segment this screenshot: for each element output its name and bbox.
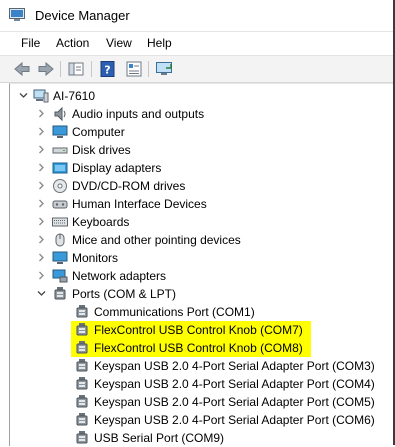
toolbar-separator (60, 61, 61, 77)
title-bar: Device Manager (0, 0, 395, 32)
toolbar-separator (91, 61, 92, 77)
tree-category[interactable]: Audio inputs and outputs (10, 105, 394, 123)
tree-device-node[interactable]: Communications Port (COM1) (10, 303, 394, 321)
expand-chevron-icon[interactable] (37, 181, 46, 190)
toolbar-separator (148, 61, 149, 77)
monitor-icon (52, 251, 68, 264)
category-label: Display adapters (72, 161, 162, 175)
expand-chevron-icon[interactable] (37, 235, 46, 244)
menu-bar: File Action View Help (0, 32, 395, 54)
port-icon (76, 377, 88, 390)
tree-category[interactable]: Keyboards (10, 213, 394, 231)
device-label: Keyspan USB 2.0 4-Port Serial Adapter Po… (94, 395, 375, 409)
expand-chevron-icon[interactable] (37, 145, 46, 154)
port-icon (76, 341, 88, 354)
toolbar: ? (0, 55, 395, 83)
tree-category[interactable]: Display adapters (10, 159, 394, 177)
tree-device-node[interactable]: USB Serial Port (COM9) (10, 429, 394, 447)
port-icon (76, 431, 88, 444)
tree-device-node[interactable]: FlexControl USB Control Knob (COM8) (10, 339, 394, 357)
mouse-icon (55, 233, 65, 247)
category-label: Disk drives (72, 143, 131, 157)
dvd-drive-icon (53, 179, 67, 193)
port-icon (76, 359, 88, 372)
port-icon (76, 323, 88, 336)
category-label: Keyboards (72, 215, 130, 229)
expand-chevron-icon[interactable] (37, 163, 46, 172)
tree-device-node[interactable]: Keyspan USB 2.0 4-Port Serial Adapter Po… (10, 357, 394, 375)
display-adapter-icon (52, 162, 68, 174)
tree-category[interactable]: Ports (COM & LPT) (10, 285, 394, 303)
root-computer-icon (33, 89, 49, 103)
port-icon (76, 395, 88, 408)
expand-chevron-icon[interactable] (37, 271, 46, 280)
category-label: Ports (COM & LPT) (72, 287, 177, 301)
device-manager-icon (9, 8, 25, 21)
tree-device-node[interactable]: FlexControl USB Control Knob (COM7) (10, 321, 394, 339)
tree-device-node[interactable]: Keyspan USB 2.0 4-Port Serial Adapter Po… (10, 393, 394, 411)
expand-chevron-icon[interactable] (37, 127, 46, 136)
tree-category[interactable]: Monitors (10, 249, 394, 267)
category-label: Mice and other pointing devices (72, 233, 241, 247)
back-arrow-icon[interactable] (13, 60, 31, 78)
tree-category[interactable]: Human Interface Devices (10, 195, 394, 213)
port-icon (76, 305, 88, 318)
disk-drive-icon (52, 147, 68, 154)
category-label: Human Interface Devices (72, 197, 207, 211)
expand-chevron-icon[interactable] (37, 217, 46, 226)
device-label: Keyspan USB 2.0 4-Port Serial Adapter Po… (94, 359, 375, 373)
forward-arrow-icon[interactable] (37, 60, 55, 78)
category-label: DVD/CD-ROM drives (72, 179, 186, 193)
root-label: AI-7610 (53, 89, 96, 103)
device-label: Communications Port (COM1) (94, 305, 255, 319)
tree-category[interactable]: Disk drives (10, 141, 394, 159)
device-tree: AI-7610 Audio inputs and outputs Computer D… (9, 83, 394, 446)
category-label: Network adapters (72, 269, 167, 283)
computer-icon (52, 125, 68, 138)
menu-help[interactable]: Help (147, 36, 172, 50)
help-icon[interactable]: ? (99, 60, 117, 78)
tree-root-node[interactable]: AI-7610 (10, 87, 394, 105)
menu-view[interactable]: View (106, 36, 132, 50)
tree-device-node[interactable]: Keyspan USB 2.0 4-Port Serial Adapter Po… (10, 375, 394, 393)
tree-category[interactable]: DVD/CD-ROM drives (10, 177, 394, 195)
device-label: FlexControl USB Control Knob (COM8) (94, 341, 303, 355)
window-title: Device Manager (35, 8, 130, 23)
tree-category[interactable]: Mice and other pointing devices (10, 231, 394, 249)
menu-action[interactable]: Action (56, 36, 89, 50)
tree-category[interactable]: Computer (10, 123, 394, 141)
collapse-chevron-icon[interactable] (37, 289, 46, 298)
category-label: Monitors (72, 251, 119, 265)
device-label: USB Serial Port (COM9) (94, 431, 225, 445)
device-label: FlexControl USB Control Knob (COM7) (94, 323, 303, 337)
keyboard-icon (52, 217, 68, 227)
menu-file[interactable]: File (21, 36, 40, 50)
expand-chevron-icon[interactable] (37, 199, 46, 208)
properties-icon[interactable] (125, 60, 143, 78)
speaker-icon (54, 106, 66, 122)
tree-device-node[interactable]: Keyspan USB 2.0 4-Port Serial Adapter Po… (10, 411, 394, 429)
hid-icon (52, 200, 68, 209)
collapse-chevron-icon[interactable] (19, 91, 28, 100)
device-label: Keyspan USB 2.0 4-Port Serial Adapter Po… (94, 413, 375, 427)
category-label: Computer (72, 125, 125, 139)
expand-chevron-icon[interactable] (37, 109, 46, 118)
network-adapter-icon (52, 269, 68, 283)
device-label: Keyspan USB 2.0 4-Port Serial Adapter Po… (94, 377, 375, 391)
port-icon (54, 287, 66, 300)
tree-category[interactable]: Network adapters (10, 267, 394, 285)
port-icon (76, 413, 88, 426)
category-label: Audio inputs and outputs (72, 107, 205, 121)
expand-chevron-icon[interactable] (37, 253, 46, 262)
svg-text:?: ? (104, 64, 110, 77)
show-hide-tree-icon[interactable] (67, 60, 85, 78)
monitor-scan-icon[interactable] (155, 60, 173, 78)
